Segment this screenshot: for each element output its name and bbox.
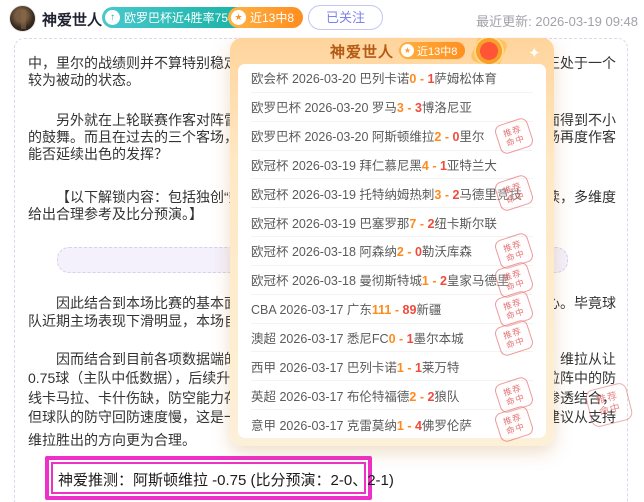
popup-record-label: 近13中8 [417,45,458,58]
match-text: 澳超 2026-03-17 悉尼FC0 - 1墨尔本城 [251,332,464,347]
match-row: CBA 2026-03-17 广东111 - 89新疆 推荐 命中 [251,289,535,329]
popup-record-badge: ★ 近13中8 [398,41,467,60]
match-text: 欧罗巴杯 2026-03-20 罗马3 - 3博洛尼亚 [251,101,472,116]
match-row: 西甲 2026-03-17 巴列卡诺1 - 1莱万特 [251,352,533,382]
follow-button[interactable]: 已关注 [308,5,384,30]
prediction-highlight-box: 神爱推测：阿斯顿维拉 -0.75 (比分预演：2-0、2-1) [45,456,394,500]
match-row: 欧罗巴杯 2026-03-20 罗马3 - 3博洛尼亚 [251,93,533,122]
match-row: 欧冠杯 2026-03-19 托特纳姆热刺3 - 2马德里竞技 推荐 命中 [251,173,535,213]
avatar[interactable] [9,5,36,32]
match-row: 欧冠杯 2026-03-18 阿森纳2 - 0勒沃库森 推荐 命中 [251,231,535,271]
match-text: 欧冠杯 2026-03-19 巴塞罗那7 - 2纽卡斯尔联 [251,216,497,231]
hit-stamp: 推荐 命中 [493,173,535,213]
match-text: 西甲 2026-03-17 巴列卡诺1 - 1莱万特 [251,360,460,375]
match-text: 欧冠杯 2026-03-18 阿森纳2 - 0勒沃库森 [251,245,472,260]
last-updated: 最近更新: 2026-03-19 09:48 [476,14,638,29]
winrate-badge: ↑ 欧罗巴杯近4胜率75% [102,7,248,28]
star-icon: ★ [401,44,414,57]
page-header: 神爱世人 ↑ 欧罗巴杯近4胜率75% ★ 近13中8 已关注 最近更新: 202… [0,0,644,37]
match-row: 澳超 2026-03-17 悉尼FC0 - 1墨尔本城 推荐 命中 [251,317,535,358]
hit-stamp: 推荐 命中 [493,317,535,358]
hit-stamp: 推荐 命中 [493,116,535,156]
match-row: 意甲 2026-03-17 克雷莫纳1 - 4佛罗伦萨 推荐 命中 [251,404,535,444]
username: 神爱世人 [42,12,103,29]
match-row: 欧冠杯 2026-03-18 曼彻斯特城1 - 2皇家马德里 推荐 命中 [251,260,535,300]
recent-record-label: 近13中8 [250,11,295,25]
trend-up-icon: ↑ [105,10,120,25]
match-text: 意甲 2026-03-17 克雷莫纳1 - 4佛罗伦萨 [251,418,472,433]
recent-record-badge: ★ 近13中8 [228,7,304,28]
results-popup: 神爱世人 ★ 近13中8 ✦ 欧会杯 2026-03-20 巴列卡诺0 - 1萨… [230,38,554,446]
popup-header: 神爱世人 ★ 近13中8 ✦ [230,38,554,66]
match-text: 欧会杯 2026-03-20 巴列卡诺0 - 1萨姆松体育 [251,72,497,87]
match-row: 欧冠杯 2026-03-19 巴塞罗那7 - 2纽卡斯尔联 [251,208,533,238]
match-row: 欧罗巴杯 2026-03-20 阿斯顿维拉2 - 0里尔 推荐 命中 [251,116,535,156]
winrate-badge-label: 欧罗巴杯近4胜率75% [124,11,239,25]
match-text: 英超 2026-03-17 布伦特福德2 - 2狼队 [251,389,460,404]
match-text: 欧冠杯 2026-03-19 拜仁慕尼黑4 - 1亚特兰大 [251,158,497,173]
hit-stamp: 推荐 命中 [493,404,535,444]
star-icon: ★ [231,10,246,25]
sparkle-icon: ✦ [528,45,541,62]
match-text: 欧罗巴杯 2026-03-20 阿斯顿维拉2 - 0里尔 [251,130,485,145]
match-row: 欧会杯 2026-03-20 巴列卡诺0 - 1萨姆松体育 [251,64,533,93]
popup-match-list: 欧会杯 2026-03-20 巴列卡诺0 - 1萨姆松体育 欧罗巴杯 2026-0… [238,64,546,444]
popup-title: 神爱世人 [330,44,395,61]
match-row: 英超 2026-03-17 布伦特福德2 - 2狼队 推荐 命中 [251,375,535,415]
match-text: 欧冠杯 2026-03-19 托特纳姆热刺3 - 2马德里竞技 [251,187,522,202]
match-text: 欧冠杯 2026-03-18 曼彻斯特城1 - 2皇家马德里 [251,274,510,289]
match-row: 欧冠杯 2026-03-19 拜仁慕尼黑4 - 1亚特兰大 [251,151,533,180]
prediction-text: 神爱推测：阿斯顿维拉 -0.75 (比分预演：2-0、2-1) [58,472,394,489]
match-text: CBA 2026-03-17 广东111 - 89新疆 [251,303,442,318]
